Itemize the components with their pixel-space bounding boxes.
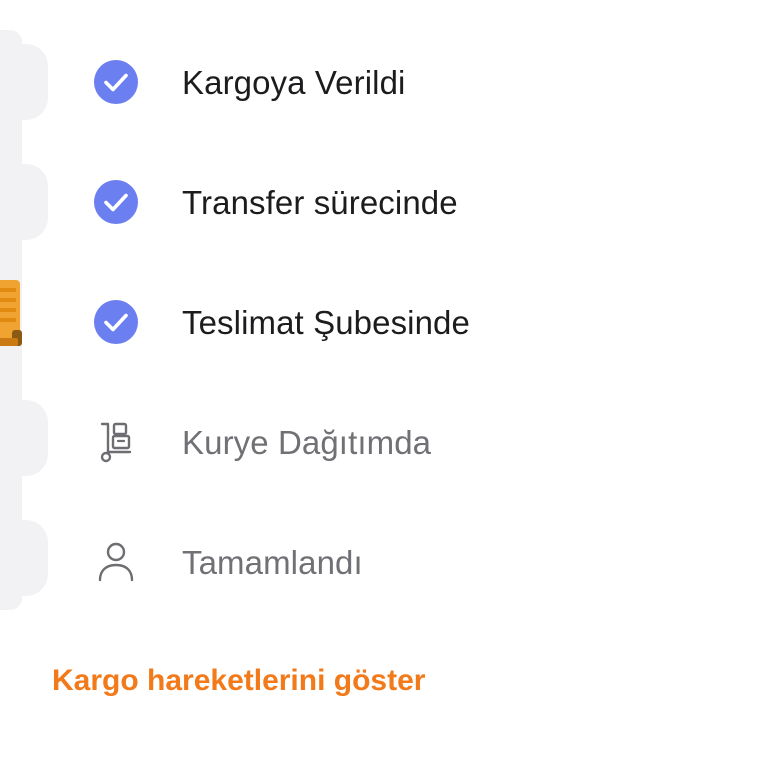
check-circle-icon bbox=[92, 178, 140, 226]
progress-track-node bbox=[0, 400, 48, 476]
delivery-truck-icon bbox=[0, 280, 22, 346]
tracking-step-teslimat-subesinde: Teslimat Şubesinde bbox=[92, 292, 470, 352]
tracking-step-tamamlandi: Tamamlandı bbox=[92, 532, 363, 592]
progress-track-node bbox=[0, 520, 48, 596]
check-circle-icon bbox=[92, 298, 140, 346]
step-label: Kurye Dağıtımda bbox=[182, 423, 432, 461]
courier-trolley-icon bbox=[92, 418, 140, 466]
shipment-tracking-panel: Kargoya Verildi Transfer sürecinde Tesli… bbox=[0, 0, 768, 768]
tracking-step-kargoya-verildi: Kargoya Verildi bbox=[92, 52, 405, 112]
check-circle-icon bbox=[92, 58, 140, 106]
tracking-step-kurye-dagitimda: Kurye Dağıtımda bbox=[92, 412, 431, 472]
step-label: Kargoya Verildi bbox=[182, 63, 406, 101]
step-label: Transfer sürecinde bbox=[182, 183, 458, 221]
step-label: Tamamlandı bbox=[182, 543, 363, 581]
step-label: Teslimat Şubesinde bbox=[182, 303, 470, 341]
progress-track-node bbox=[0, 164, 48, 240]
person-icon bbox=[92, 538, 140, 586]
show-cargo-movements-link[interactable]: Kargo hareketlerini göster bbox=[52, 664, 425, 698]
tracking-step-transfer-surecinde: Transfer sürecinde bbox=[92, 172, 458, 232]
progress-track-node bbox=[0, 44, 48, 120]
